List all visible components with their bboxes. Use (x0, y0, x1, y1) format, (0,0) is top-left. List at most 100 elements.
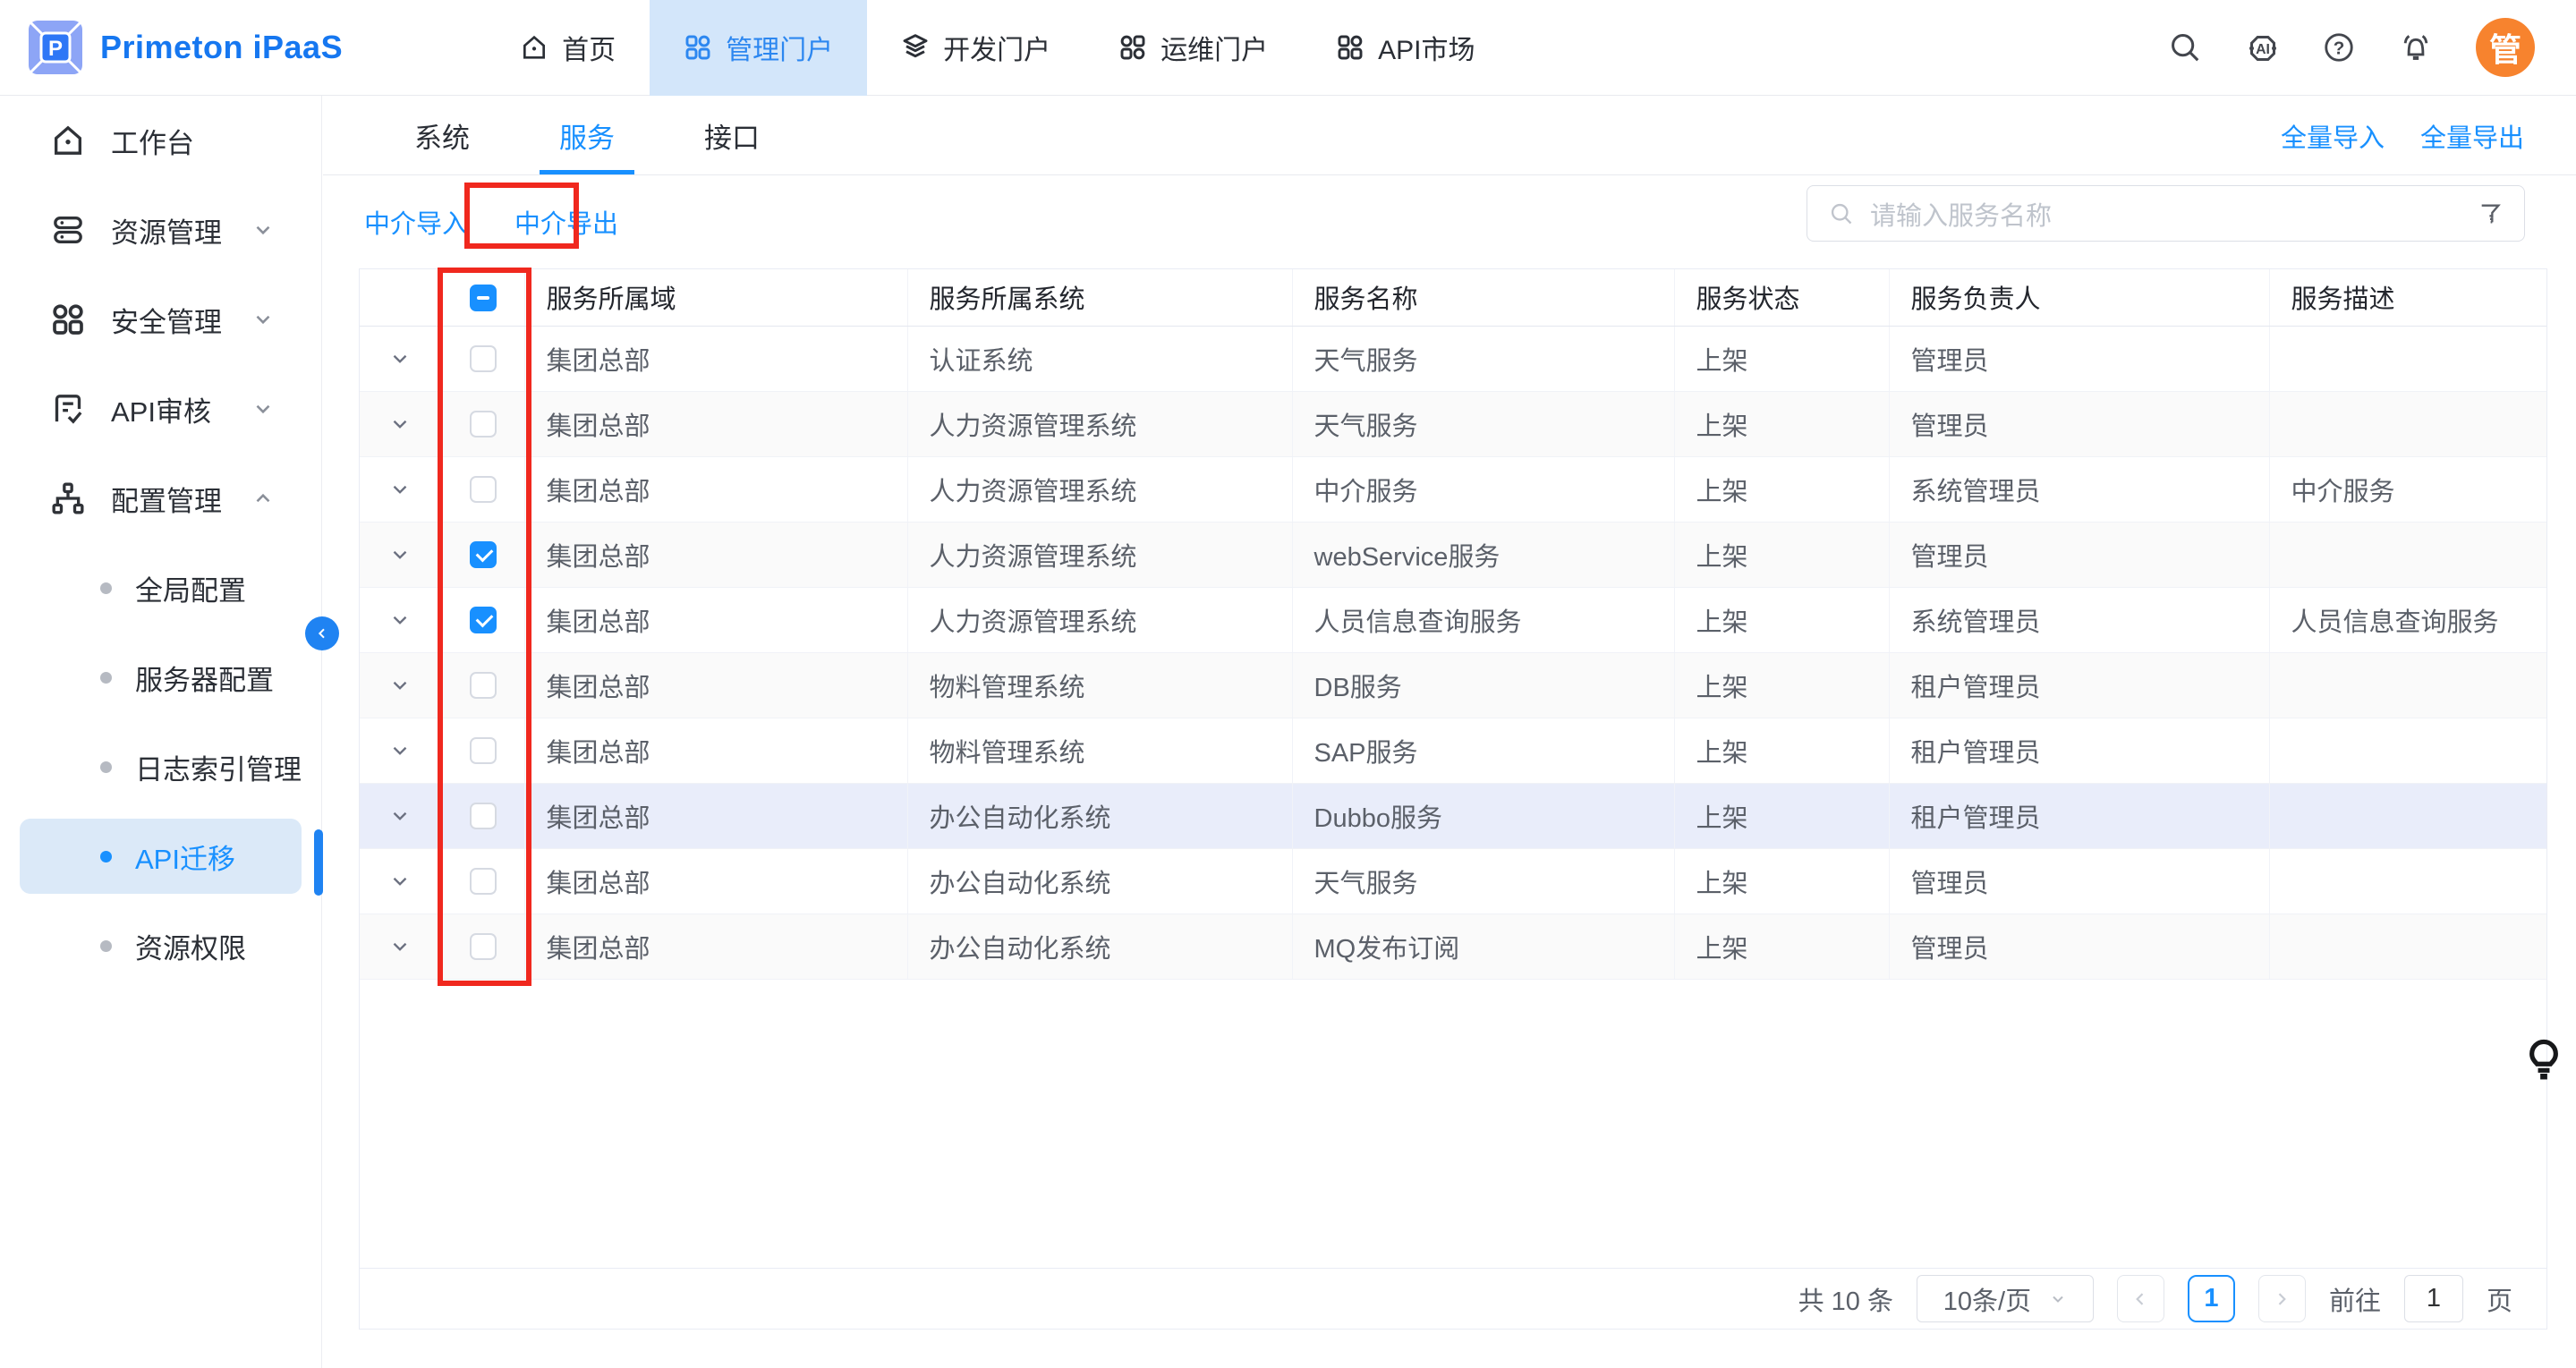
nav-item-label: 开发门户 (943, 28, 1050, 67)
grid-icon (684, 33, 712, 62)
sidebar-item-api-review[interactable]: API审核 (0, 364, 321, 454)
table-row-hovered[interactable]: 集团总部 办公自动化系统 Dubbo服务 上架 租户管理员 (360, 783, 2546, 848)
cell-desc (2269, 718, 2546, 783)
sidebar-collapse-button[interactable] (305, 616, 339, 650)
cell-name: 中介服务 (1292, 456, 1674, 522)
sidebar-subitem-log-index[interactable]: 日志索引管理 (0, 722, 321, 811)
broker-export-link[interactable]: 中介导出 (514, 203, 618, 241)
filter-funnel-icon[interactable] (2478, 201, 2503, 226)
expand-row-icon[interactable] (388, 674, 412, 697)
nav-item-home[interactable]: 首页 (486, 0, 650, 96)
nav-item-api-market[interactable]: API市场 (1302, 0, 1509, 96)
table-row[interactable]: 集团总部 人力资源管理系统 人员信息查询服务 上架 系统管理员 人员信息查询服务 (360, 587, 2546, 652)
table-row[interactable]: 集团总部 人力资源管理系统 webService服务 上架 管理员 (360, 522, 2546, 587)
brand-title: Primeton iPaaS (100, 29, 343, 66)
user-avatar[interactable]: 管 (2476, 18, 2535, 77)
select-all-checkbox[interactable] (470, 285, 497, 311)
expand-row-icon[interactable] (388, 870, 412, 893)
cell-desc (2269, 326, 2546, 391)
cell-status: 上架 (1674, 522, 1889, 587)
cell-name: 天气服务 (1292, 326, 1674, 391)
lightbulb-tip-icon[interactable] (2521, 1036, 2567, 1086)
sidebar-subitem-api-migration[interactable]: API迁移 (20, 819, 302, 894)
notifications-bell-icon[interactable] (2399, 30, 2433, 64)
cell-domain: 集团总部 (524, 456, 907, 522)
sidebar-item-label: 资源管理 (111, 210, 222, 251)
services-table: 服务所属域 服务所属系统 服务名称 服务状态 服务负责人 服务描述 集团总部 认… (360, 269, 2546, 980)
row-checkbox[interactable] (470, 803, 497, 829)
sidebar-subitem-server-config[interactable]: 服务器配置 (0, 633, 321, 722)
row-checkbox[interactable] (470, 607, 497, 633)
tab-system[interactable]: 系统 (395, 96, 489, 174)
sidebar-item-config[interactable]: 配置管理 (0, 454, 321, 543)
sidebar-subitem-label: API迁移 (135, 837, 235, 877)
portal-menu: 首页 管理门户 开发门户 (486, 0, 1509, 96)
column-header-name: 服务名称 (1292, 269, 1674, 326)
svg-text:AI: AI (2256, 42, 2270, 57)
table-row[interactable]: 集团总部 人力资源管理系统 中介服务 上架 系统管理员 中介服务 (360, 456, 2546, 522)
row-checkbox[interactable] (470, 345, 497, 372)
table-row[interactable]: 集团总部 认证系统 天气服务 上架 管理员 (360, 326, 2546, 391)
expand-row-icon[interactable] (388, 478, 412, 501)
expand-row-icon[interactable] (388, 804, 412, 828)
table-row[interactable]: 集团总部 物料管理系统 SAP服务 上架 租户管理员 (360, 718, 2546, 783)
full-import-link[interactable]: 全量导入 (2281, 117, 2385, 155)
table-row[interactable]: 集团总部 人力资源管理系统 天气服务 上架 管理员 (360, 391, 2546, 456)
goto-page-input[interactable]: 1 (2404, 1275, 2463, 1322)
page-size-select[interactable]: 10条/页 (1917, 1275, 2094, 1322)
help-icon[interactable]: ? (2322, 30, 2356, 64)
ai-assistant-icon[interactable]: AI (2245, 30, 2279, 64)
total-count-label: 共 10 条 (1798, 1280, 1893, 1318)
full-export-link[interactable]: 全量导出 (2420, 117, 2524, 155)
cell-status: 上架 (1674, 456, 1889, 522)
cell-desc (2269, 522, 2546, 587)
expand-row-icon[interactable] (388, 543, 412, 566)
layers-icon (901, 33, 930, 62)
expand-row-icon[interactable] (388, 935, 412, 958)
nav-item-label: 管理门户 (726, 28, 833, 67)
tab-interface[interactable]: 接口 (684, 96, 779, 174)
cell-name: DB服务 (1292, 652, 1674, 718)
cell-system: 人力资源管理系统 (907, 522, 1292, 587)
row-checkbox[interactable] (470, 672, 497, 699)
row-checkbox[interactable] (470, 933, 497, 960)
table-row[interactable]: 集团总部 办公自动化系统 天气服务 上架 管理员 (360, 848, 2546, 913)
nav-item-dev-portal[interactable]: 开发门户 (867, 0, 1084, 96)
sidebar-item-resources[interactable]: 资源管理 (0, 185, 321, 275)
nav-item-label: 首页 (562, 28, 616, 67)
top-navbar: P Primeton iPaaS 首页 管理门户 (0, 0, 2576, 96)
sidebar-item-workbench[interactable]: 工作台 (0, 96, 321, 185)
expand-row-icon[interactable] (388, 347, 412, 370)
expand-row-icon[interactable] (388, 739, 412, 762)
nav-item-ops-portal[interactable]: 运维门户 (1084, 0, 1302, 96)
search-icon[interactable] (2168, 30, 2202, 64)
sitemap-icon (50, 480, 86, 516)
expand-row-icon[interactable] (388, 412, 412, 436)
sidebar-subitem-label: 资源权限 (135, 926, 246, 966)
table-row[interactable]: 集团总部 物料管理系统 DB服务 上架 租户管理员 (360, 652, 2546, 718)
sidebar-subitem-global-config[interactable]: 全局配置 (0, 543, 321, 633)
previous-page-button[interactable] (2117, 1275, 2164, 1322)
service-search-input[interactable]: 请输入服务名称 (1807, 185, 2525, 242)
table-row[interactable]: 集团总部 办公自动化系统 MQ发布订阅 上架 管理员 (360, 913, 2546, 979)
row-checkbox[interactable] (470, 411, 497, 438)
next-page-button[interactable] (2258, 1275, 2306, 1322)
grid-icon (1336, 33, 1365, 62)
row-checkbox[interactable] (470, 737, 497, 764)
cell-system: 物料管理系统 (907, 652, 1292, 718)
brand-logo[interactable]: P Primeton iPaaS (27, 19, 343, 76)
active-item-indicator (314, 829, 323, 896)
tab-service[interactable]: 服务 (540, 96, 634, 174)
broker-import-link[interactable]: 中介导入 (364, 203, 468, 241)
bullet-icon (100, 940, 112, 952)
page-number-button[interactable]: 1 (2188, 1275, 2235, 1322)
expand-row-icon[interactable] (388, 608, 412, 632)
cell-desc (2269, 391, 2546, 456)
column-header-domain: 服务所属域 (524, 269, 907, 326)
sidebar-item-security[interactable]: 安全管理 (0, 275, 321, 364)
sidebar-subitem-resource-permission[interactable]: 资源权限 (0, 901, 321, 990)
row-checkbox[interactable] (470, 476, 497, 503)
row-checkbox[interactable] (470, 868, 497, 895)
nav-item-admin-portal[interactable]: 管理门户 (650, 0, 867, 96)
row-checkbox[interactable] (470, 541, 497, 568)
